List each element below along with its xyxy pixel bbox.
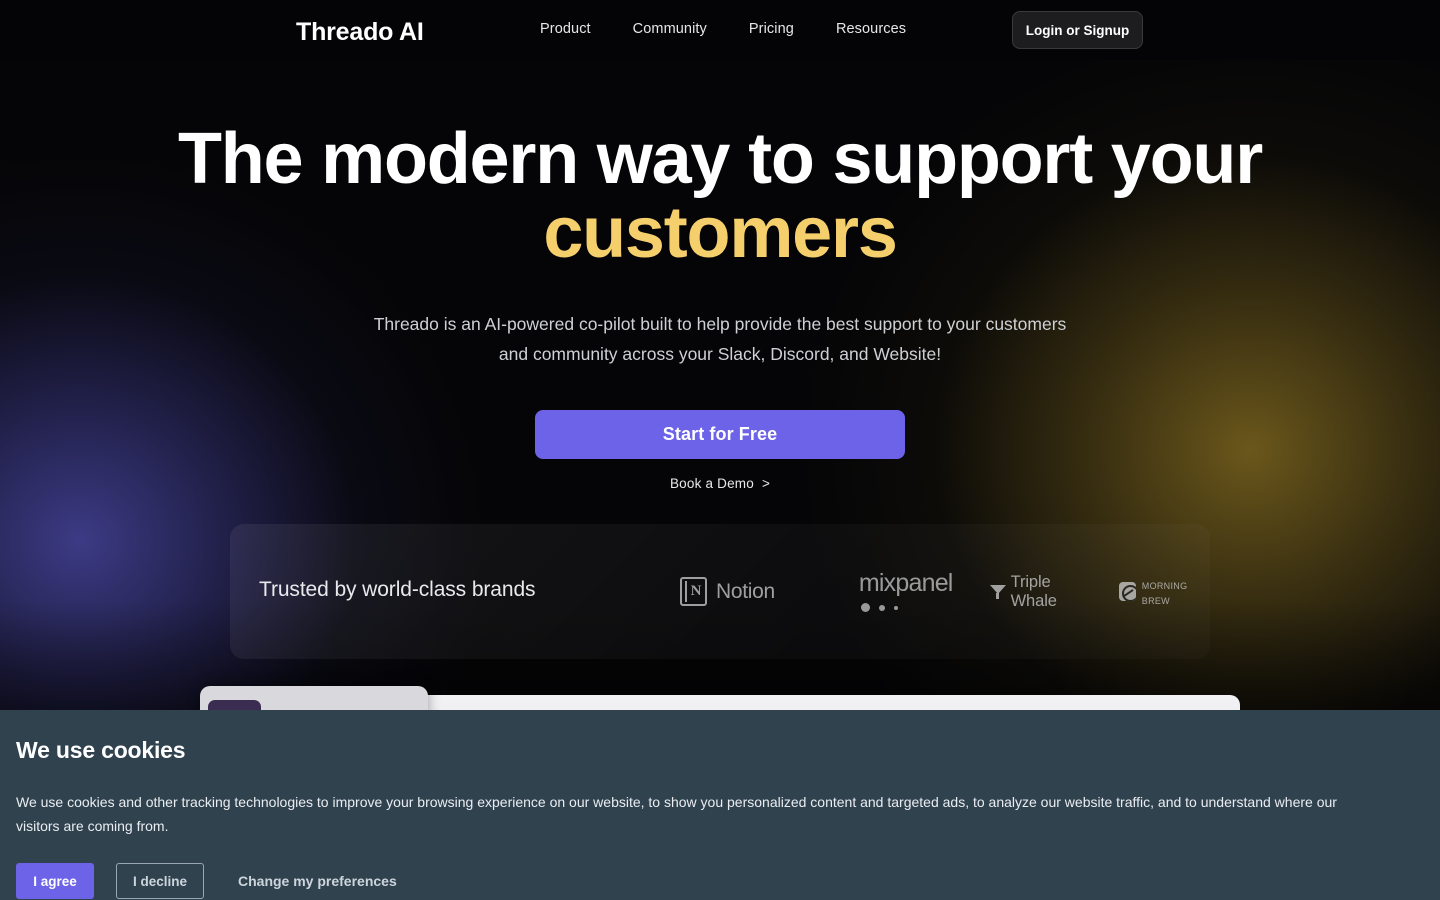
trusted-by-panel: Trusted by world-class brands N Notion m… bbox=[230, 524, 1210, 659]
chevron-right-icon: > bbox=[761, 476, 771, 491]
cookie-consent-banner: We use cookies We use cookies and other … bbox=[0, 710, 1440, 900]
main-navigation: Product Community Pricing Resources bbox=[540, 21, 906, 37]
book-a-demo-link[interactable]: Book a Demo > bbox=[0, 476, 1440, 491]
logo-triple-whale: Triple Whale bbox=[989, 572, 1091, 611]
page-root: Threado AI Product Community Pricing Res… bbox=[0, 0, 1440, 900]
hero-cta-group: Start for Free Book a Demo > bbox=[0, 410, 1440, 491]
logo-mixpanel: mixpanel bbox=[859, 571, 953, 612]
mixpanel-dots-icon bbox=[860, 603, 898, 612]
nav-item-community[interactable]: Community bbox=[633, 21, 707, 37]
mixpanel-wordmark: mixpanel bbox=[858, 569, 953, 597]
brand-logo-list: N Notion mixpanel Triple Whale Morning B… bbox=[655, 524, 1210, 659]
start-for-free-button[interactable]: Start for Free bbox=[535, 410, 905, 459]
site-header: Threado AI Product Community Pricing Res… bbox=[0, 0, 1440, 60]
notion-wordmark: Notion bbox=[716, 579, 775, 603]
hero-title: The modern way to support your customers bbox=[0, 122, 1440, 270]
cookie-accept-button[interactable]: I agree bbox=[16, 863, 94, 899]
nav-item-product[interactable]: Product bbox=[540, 21, 591, 37]
cookie-decline-button[interactable]: I decline bbox=[116, 863, 204, 899]
hero-section: The modern way to support your customers… bbox=[0, 60, 1440, 491]
login-or-signup-button[interactable]: Login or Signup bbox=[1012, 11, 1143, 49]
notion-icon: N bbox=[680, 577, 707, 606]
triple-whale-icon bbox=[989, 584, 1006, 600]
book-a-demo-label: Book a Demo bbox=[669, 476, 754, 491]
nav-item-pricing[interactable]: Pricing bbox=[749, 21, 794, 37]
cookie-banner-actions: I agree I decline Change my preferences bbox=[16, 863, 1424, 899]
morning-brew-icon bbox=[1119, 582, 1136, 601]
hero-subtitle: Threado is an AI-powered co-pilot built … bbox=[373, 314, 1067, 364]
logo-morning-brew: Morning Brew bbox=[1119, 577, 1210, 607]
cookie-banner-title: We use cookies bbox=[16, 737, 186, 763]
morning-brew-wordmark: Morning Brew bbox=[1141, 576, 1188, 607]
brand-logo[interactable]: Threado AI bbox=[296, 18, 424, 47]
cookie-banner-description: We use cookies and other tracking techno… bbox=[16, 794, 1337, 834]
logo-notion: N Notion bbox=[680, 577, 775, 606]
hero-title-line1: The modern way to support your bbox=[177, 119, 1263, 199]
trusted-by-label: Trusted by world-class brands bbox=[259, 578, 536, 601]
nav-item-resources[interactable]: Resources bbox=[836, 21, 906, 37]
cookie-preferences-button[interactable]: Change my preferences bbox=[238, 873, 397, 889]
hero-title-accent: customers bbox=[543, 193, 898, 273]
triple-whale-wordmark: Triple Whale bbox=[1010, 572, 1057, 610]
